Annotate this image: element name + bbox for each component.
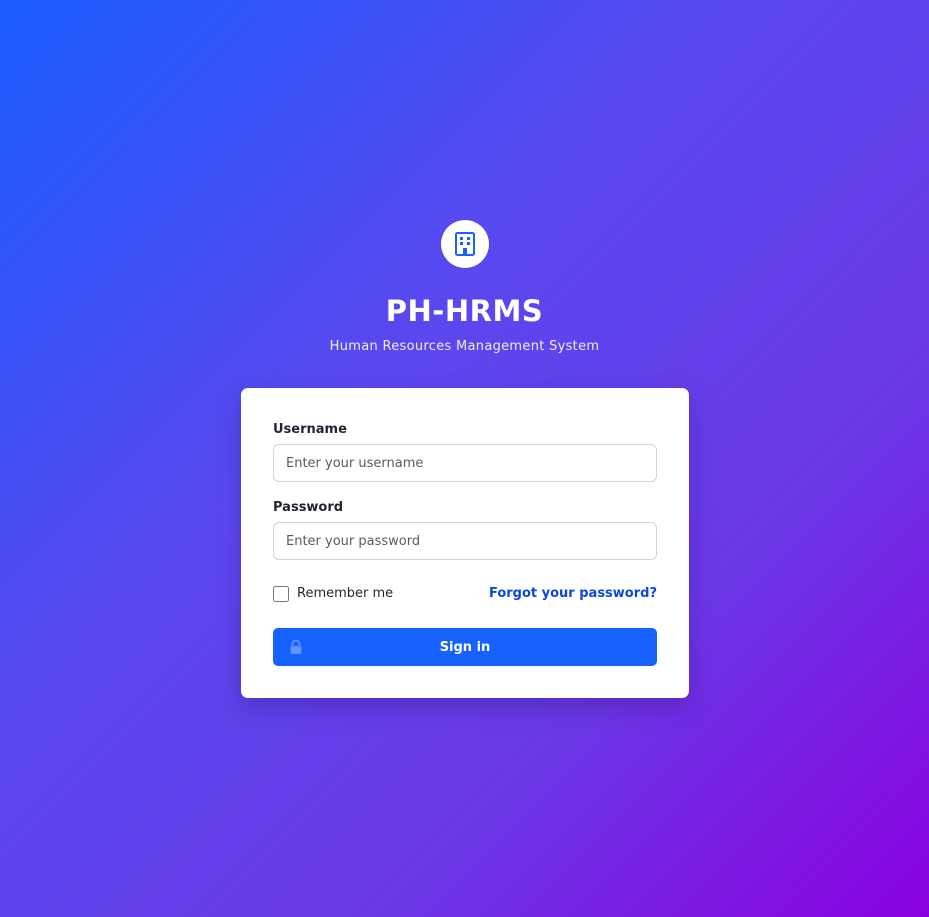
password-label: Password bbox=[273, 500, 344, 515]
password-input[interactable] bbox=[273, 522, 657, 560]
username-label: Username bbox=[273, 422, 347, 437]
remember-me-label[interactable]: Remember me bbox=[297, 585, 393, 603]
login-card: Username Password Remember me Forgot you… bbox=[241, 388, 689, 698]
lock-icon bbox=[290, 639, 302, 654]
remember-me-checkbox[interactable] bbox=[273, 586, 289, 602]
sign-in-button[interactable]: Sign in bbox=[273, 628, 657, 666]
building-icon bbox=[455, 232, 475, 256]
app-logo bbox=[441, 220, 489, 268]
app-subtitle: Human Resources Management System bbox=[329, 339, 600, 354]
remember-me-row: Remember me bbox=[273, 585, 393, 603]
app-title: PH-HRMS bbox=[385, 294, 544, 328]
username-input[interactable] bbox=[273, 444, 657, 482]
sign-in-label: Sign in bbox=[439, 639, 491, 655]
forgot-password-link[interactable]: Forgot your password? bbox=[489, 585, 657, 603]
